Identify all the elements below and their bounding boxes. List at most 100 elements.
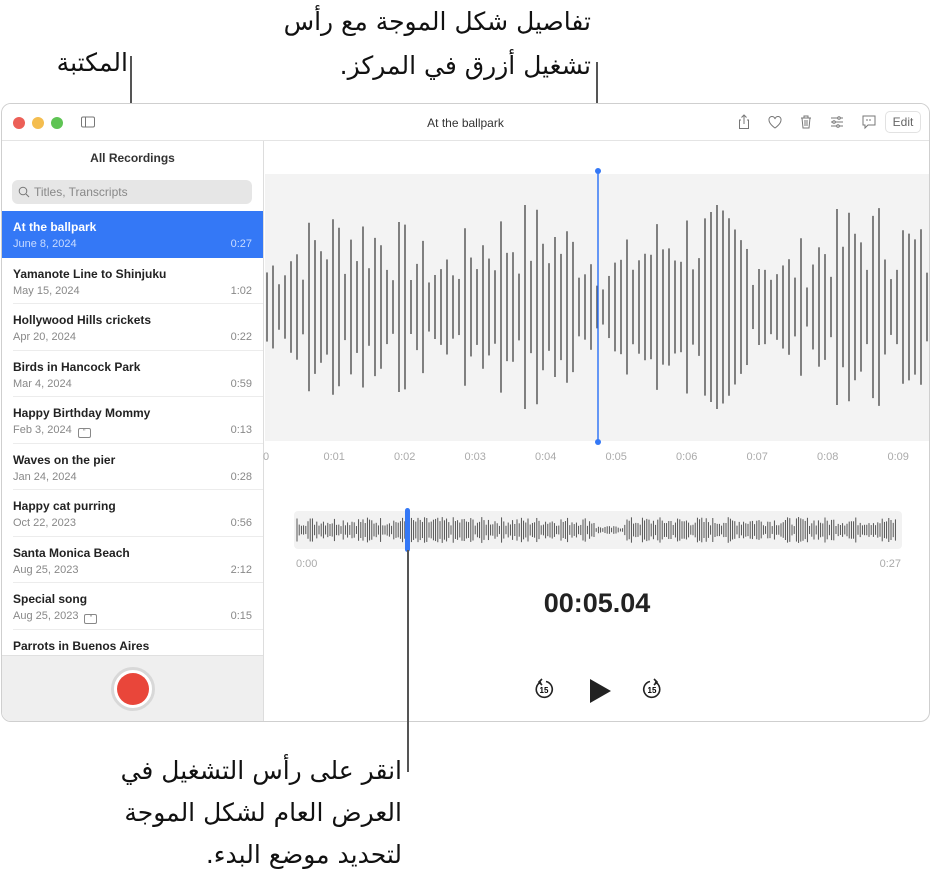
callout-line-3: لتحديد موضع البدء.: [205, 840, 402, 869]
recording-date: June 8, 2024: [13, 238, 77, 250]
recording-name: Parrots in Buenos Aires: [13, 638, 150, 653]
recording-item[interactable]: Special song Aug 25, 2023 " 0:15: [2, 583, 263, 630]
time-tick: 0:05: [605, 451, 627, 463]
recording-date: Apr 20, 2024: [13, 331, 76, 343]
recording-date: Mar 4, 2024: [13, 378, 72, 390]
time-tick: 0:06: [676, 451, 698, 463]
transcript-icon: ": [77, 428, 91, 438]
svg-text:15: 15: [540, 686, 549, 695]
sliders-icon[interactable]: [829, 114, 845, 130]
time-tick: 0:08: [817, 451, 839, 463]
time-tick: 0:01: [323, 451, 345, 463]
date-text: Feb 3, 2024: [13, 424, 72, 436]
svg-text:15: 15: [648, 686, 657, 695]
window-title: At the ballpark: [427, 116, 504, 130]
recording-duration: 0:13: [230, 424, 252, 436]
recording-date: Aug 25, 2023 ": [13, 610, 98, 624]
time-tick: 0:03: [464, 451, 486, 463]
share-icon[interactable]: [736, 114, 752, 130]
recording-item[interactable]: Hollywood Hills crickets Apr 20, 2024 0:…: [2, 304, 263, 351]
recording-duration: 0:56: [230, 517, 252, 529]
recording-date: Aug 25, 2023: [13, 564, 78, 576]
recording-date: Oct 22, 2023: [13, 517, 76, 529]
recording-duration: 0:59: [230, 377, 252, 390]
sidebar-footer: [2, 655, 263, 721]
time-tick: 0:07: [746, 451, 768, 463]
record-icon: [117, 673, 149, 705]
recordings-list: At the ballpark June 8, 2024 0:27 Yamanot…: [2, 211, 263, 657]
search-input[interactable]: Titles, Transcripts: [12, 180, 252, 204]
recording-name: Special song: [13, 592, 88, 606]
voice-memos-window: At the ballpark Edit All Recordings Titl…: [1, 103, 930, 722]
recording-name: Santa Monica Beach: [13, 545, 130, 560]
date-text: Jan 24, 2024: [13, 470, 77, 483]
recording-duration: 0:15: [230, 610, 252, 622]
playhead[interactable]: [595, 168, 601, 445]
waveform-detail[interactable]: [265, 168, 930, 445]
callout-waveform: تفاصيل شكل الموجة مع رأس تشغيل أزرق في ا…: [284, 0, 591, 88]
date-text: Oct 22, 2023: [13, 517, 76, 529]
time-tick: 0:04: [535, 451, 557, 463]
recording-duration: 1:02: [230, 284, 252, 297]
current-time: 00:05.04: [543, 588, 651, 618]
recording-item[interactable]: Santa Monica Beach Aug 25, 2023 2:12: [2, 537, 263, 583]
title-bar: At the ballpark Edit: [2, 104, 929, 141]
recording-date: May 15, 2024: [13, 285, 80, 297]
time-axis: 0 0:01 0:02 0:03 0:04 0:05 0:06 0:07 0:08 0:09: [263, 441, 929, 471]
recording-duration: 0:22: [230, 331, 252, 343]
overview-start-time: 0:00: [296, 558, 318, 570]
skip-forward-15-icon[interactable]: 15: [641, 678, 663, 700]
callout-line-2: تشغيل أزرق في المركز.: [339, 51, 591, 80]
time-tick: 0:09: [887, 451, 909, 463]
recording-item[interactable]: Happy cat purring Oct 22, 2023 0:56: [2, 490, 263, 537]
date-text: Aug 25, 2023: [13, 563, 79, 576]
time-tick: 0: [263, 451, 270, 463]
date-text: May 15, 2024: [13, 284, 80, 297]
sidebar-title: All Recordings: [90, 151, 175, 165]
callout-library: المكتبة: [56, 48, 128, 77]
sidebar-library: All Recordings Titles, Transcripts At th…: [2, 141, 264, 721]
skip-back-15-icon[interactable]: 15: [533, 678, 555, 700]
overview-playhead[interactable]: [404, 508, 410, 552]
date-text: Mar 4, 2024: [13, 377, 72, 390]
recording-date: Jan 24, 2024: [13, 471, 77, 483]
search-icon: [18, 186, 30, 198]
player-pane: 0 0:01 0:02 0:03 0:04 0:05 0:06 0:07 0:08 0:09 0:…: [263, 141, 930, 721]
date-text: Aug 25, 2023: [13, 610, 79, 622]
recording-name: Hollywood Hills crickets: [13, 313, 152, 327]
recording-name: Waves on the pier: [13, 452, 116, 467]
record-button[interactable]: [111, 667, 155, 711]
play-icon[interactable]: [587, 677, 613, 705]
callout-line-overview: [407, 550, 409, 772]
recording-duration: 0:28: [230, 470, 252, 483]
callout-overview: انقر على رأس التشغيل في العرض العام لشكل…: [121, 750, 402, 876]
callout-line-1: تفاصيل شكل الموجة مع رأس: [283, 7, 591, 36]
search-placeholder: Titles, Transcripts: [34, 185, 128, 199]
waveform-overview[interactable]: [294, 508, 902, 552]
recording-item[interactable]: Parrots in Buenos Aires: [2, 630, 263, 658]
recording-item[interactable]: At the ballpark June 8, 2024 0:27: [2, 211, 263, 258]
transcript-icon[interactable]: [861, 114, 877, 130]
recording-name: Happy Birthday Mommy: [13, 406, 151, 420]
recording-item[interactable]: Happy Birthday Mommy Feb 3, 2024 " 0:13: [2, 397, 263, 444]
heart-icon[interactable]: [767, 114, 783, 130]
recording-name: At the ballpark: [13, 220, 97, 234]
recording-item[interactable]: Birds in Hancock Park Mar 4, 2024 0:59: [2, 351, 263, 397]
transcript-icon: ": [84, 614, 98, 624]
recording-date: Feb 3, 2024 ": [13, 424, 91, 438]
callout-line-1: انقر على رأس التشغيل في: [120, 756, 402, 785]
date-text: Apr 20, 2024: [13, 331, 76, 343]
callout-line-2: العرض العام لشكل الموجة: [124, 798, 402, 827]
recording-duration: 2:12: [230, 563, 252, 576]
recording-item[interactable]: Yamanote Line to Shinjuku May 15, 2024 1…: [2, 258, 263, 304]
recording-name: Happy cat purring: [13, 499, 116, 513]
trash-icon[interactable]: [798, 114, 814, 130]
recording-duration: 0:27: [230, 238, 252, 250]
recording-item[interactable]: Waves on the pier Jan 24, 2024 0:28: [2, 444, 263, 490]
recording-name: Yamanote Line to Shinjuku: [13, 266, 167, 281]
edit-button[interactable]: Edit: [885, 111, 921, 133]
overview-end-time: 0:27: [879, 558, 901, 570]
date-text: June 8, 2024: [13, 238, 77, 250]
recording-name: Birds in Hancock Park: [13, 359, 141, 374]
time-tick: 0:02: [394, 451, 416, 463]
